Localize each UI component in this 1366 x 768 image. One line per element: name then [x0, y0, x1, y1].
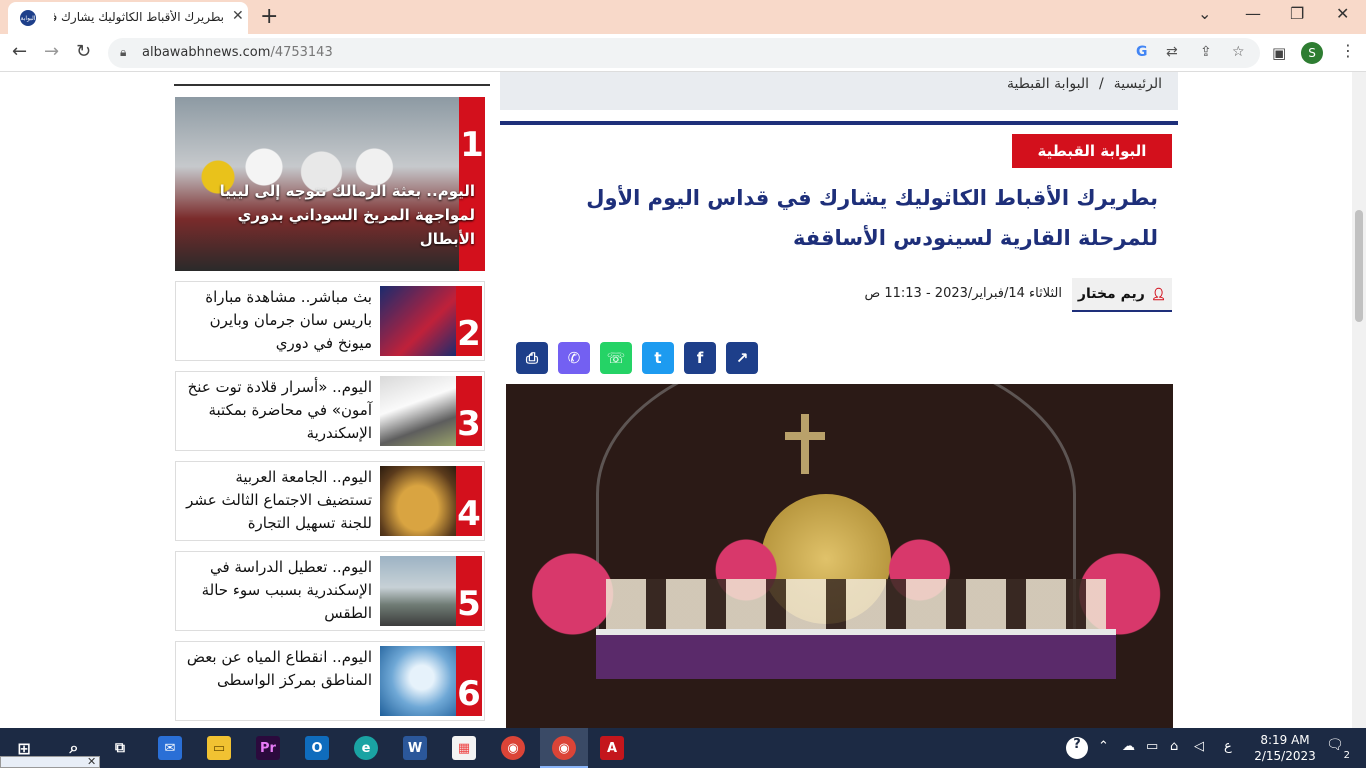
input-language[interactable]: ع — [1224, 739, 1232, 754]
whatsapp-share-button[interactable]: ☏ — [600, 342, 632, 374]
item-thumbnail: 5 — [380, 556, 482, 626]
file-explorer-icon[interactable]: ▭ — [207, 736, 231, 760]
list-item[interactable]: 5 اليوم.. تعطيل الدراسة في الإسكندرية بس… — [175, 551, 485, 631]
chrome-profile-icon[interactable]: ◉ — [552, 736, 576, 760]
item-thumbnail: 3 — [380, 376, 482, 446]
publish-date: الثلاثاء 14/فبراير/2023 - 11:13 ص — [864, 286, 1063, 301]
tab-search-icon[interactable]: ⌄ — [1198, 4, 1211, 23]
facebook-share-button[interactable]: f — [684, 342, 716, 374]
header-divider — [500, 121, 1178, 125]
sidebar-header-rule — [174, 72, 490, 86]
browser-tab-bar: البوابة بطريرك الأقباط الكاثوليك يشارك ف… — [0, 0, 1366, 34]
word-icon[interactable]: W — [403, 736, 427, 760]
close-icon[interactable]: ✕ — [87, 755, 96, 768]
tab-title: بطريرك الأقباط الكاثوليك يشارك في — [54, 10, 224, 24]
premiere-icon[interactable]: Pr — [256, 736, 280, 760]
share-page-icon[interactable]: ⇪ — [1200, 44, 1212, 60]
item-title[interactable]: اليوم.. انقطاع المياه عن بعض المناطق بمر… — [184, 646, 372, 692]
most-read-hero[interactable]: 1 اليوم.. بعثة الزمالك تتوجه إلى ليبيا ل… — [175, 97, 485, 271]
chrome-icon[interactable]: ◉ — [501, 736, 525, 760]
author-tag[interactable]: 👤︎ ريم مختار — [1072, 278, 1172, 312]
edge-icon[interactable]: e — [354, 736, 378, 760]
google-lens-icon[interactable]: G — [1136, 44, 1148, 60]
article-main: الرئيسية / البوابة القبطية البوابة القبط… — [500, 72, 1178, 728]
acrobat-icon[interactable]: A — [600, 736, 624, 760]
item-title[interactable]: اليوم.. الجامعة العربية تستضيف الاجتماع … — [184, 466, 372, 535]
item-thumbnail: 2 — [380, 286, 482, 356]
side-panel-icon[interactable]: ▣ — [1272, 44, 1286, 62]
reload-button[interactable]: ↻ — [76, 41, 91, 62]
address-bar[interactable]: 🔒︎ albawabhnews.com/4753143 G ⇄ ⇪ ☆ — [108, 38, 1260, 68]
twitter-share-button[interactable]: t — [642, 342, 674, 374]
system-clock[interactable]: 8:19 AM 2/15/2023 — [1250, 732, 1320, 764]
close-window-button[interactable]: ✕ — [1336, 4, 1349, 23]
show-hidden-icons[interactable]: ⌃ — [1098, 739, 1109, 754]
favicon-icon: البوابة — [20, 10, 36, 26]
user-icon: 👤︎ — [1150, 287, 1167, 301]
mail-icon[interactable]: ✉ — [158, 736, 182, 760]
rank-badge: 6 — [456, 646, 482, 716]
task-view-icon[interactable]: ⧉ — [108, 736, 132, 760]
article-photo — [506, 384, 1173, 728]
wifi-icon[interactable]: ⌂ — [1170, 739, 1178, 754]
restore-button[interactable]: ❐ — [1290, 4, 1304, 23]
breadcrumb: الرئيسية / البوابة القبطية — [500, 72, 1178, 110]
author-name[interactable]: ريم مختار — [1078, 286, 1145, 302]
cross-icon — [801, 414, 809, 474]
store-icon[interactable]: ▦ — [452, 736, 476, 760]
volume-icon[interactable]: ◁ — [1194, 739, 1204, 754]
print-button[interactable]: ⎙ — [516, 342, 548, 374]
item-title[interactable]: اليوم.. «أسرار قلادة توت عنخ آمون» في مح… — [184, 376, 372, 445]
web-page: 1 اليوم.. بعثة الزمالك تتوجه إلى ليبيا ل… — [0, 72, 1352, 728]
hero-caption[interactable]: اليوم.. بعثة الزمالك تتوجه إلى ليبيا لمو… — [185, 179, 475, 251]
new-tab-button[interactable]: + — [260, 4, 278, 29]
help-icon[interactable]: ? — [1066, 737, 1088, 759]
close-tab-icon[interactable]: ✕ — [232, 8, 244, 24]
article-title: بطريرك الأقباط الكاثوليك يشارك في قداس ا… — [586, 186, 1158, 250]
rank-badge: 5 — [456, 556, 482, 626]
minimize-button[interactable]: — — [1245, 4, 1261, 23]
item-title[interactable]: بث مباشر.. مشاهدة مباراة باريس سان جرمان… — [184, 286, 372, 355]
bookmark-star-icon[interactable]: ☆ — [1232, 44, 1245, 60]
network-alert-icon[interactable]: ☁ — [1122, 739, 1135, 754]
list-item[interactable]: 2 بث مباشر.. مشاهدة مباراة باريس سان جرم… — [175, 281, 485, 361]
item-title[interactable]: اليوم.. تعطيل الدراسة في الإسكندرية بسبب… — [184, 556, 372, 625]
list-item[interactable]: 6 اليوم.. انقطاع المياه عن بعض المناطق ب… — [175, 641, 485, 721]
breadcrumb-section[interactable]: البوابة القبطية — [1007, 76, 1089, 92]
viber-share-button[interactable]: ✆ — [558, 342, 590, 374]
share-buttons: ⎙ ✆ ☏ t f ↗ — [516, 342, 758, 374]
notification-center-icon[interactable]: 🗨︎ 2 — [1326, 737, 1350, 761]
page-scrollbar[interactable] — [1352, 72, 1366, 728]
browser-toolbar: ← → ↻ 🔒︎ albawabhnews.com/4753143 G ⇄ ⇪ … — [0, 34, 1366, 72]
rank-badge: 2 — [456, 286, 482, 356]
outlook-icon[interactable]: O — [305, 736, 329, 760]
category-badge[interactable]: البوابة القبطية — [1012, 134, 1172, 168]
windows-taskbar: ⊞ ⌕ ⧉ ✉ ▭ Pr O e W ▦ ◉ ◉ A ? ⌃ ☁ ▭ ⌂ ◁ ع… — [0, 728, 1366, 768]
breadcrumb-separator: / — [1099, 76, 1104, 92]
item-thumbnail: 6 — [380, 646, 482, 716]
back-button[interactable]: ← — [12, 41, 27, 62]
share-button[interactable]: ↗ — [726, 342, 758, 374]
rank-badge: 3 — [456, 376, 482, 446]
url-text[interactable]: albawabhnews.com/4753143 — [142, 45, 333, 60]
list-item[interactable]: 3 اليوم.. «أسرار قلادة توت عنخ آمون» في … — [175, 371, 485, 451]
battery-icon[interactable]: ▭ — [1146, 739, 1158, 754]
lock-icon[interactable]: 🔒︎ — [120, 45, 126, 60]
most-read-sidebar: 1 اليوم.. بعثة الزمالك تتوجه إلى ليبيا ل… — [170, 72, 490, 728]
browser-tab[interactable]: البوابة بطريرك الأقباط الكاثوليك يشارك ف… — [8, 2, 248, 34]
forward-button[interactable]: → — [44, 41, 59, 62]
item-thumbnail: 4 — [380, 466, 482, 536]
menu-dots-icon[interactable]: ⋮ — [1340, 41, 1356, 60]
breadcrumb-home[interactable]: الرئيسية — [1114, 76, 1162, 92]
list-item[interactable]: 4 اليوم.. الجامعة العربية تستضيف الاجتما… — [175, 461, 485, 541]
scrollbar-thumb[interactable] — [1355, 210, 1363, 322]
rank-badge: 4 — [456, 466, 482, 536]
floating-panel: ✕ — [0, 755, 100, 768]
translate-icon[interactable]: ⇄ — [1166, 44, 1178, 60]
profile-avatar[interactable]: S — [1301, 42, 1323, 64]
